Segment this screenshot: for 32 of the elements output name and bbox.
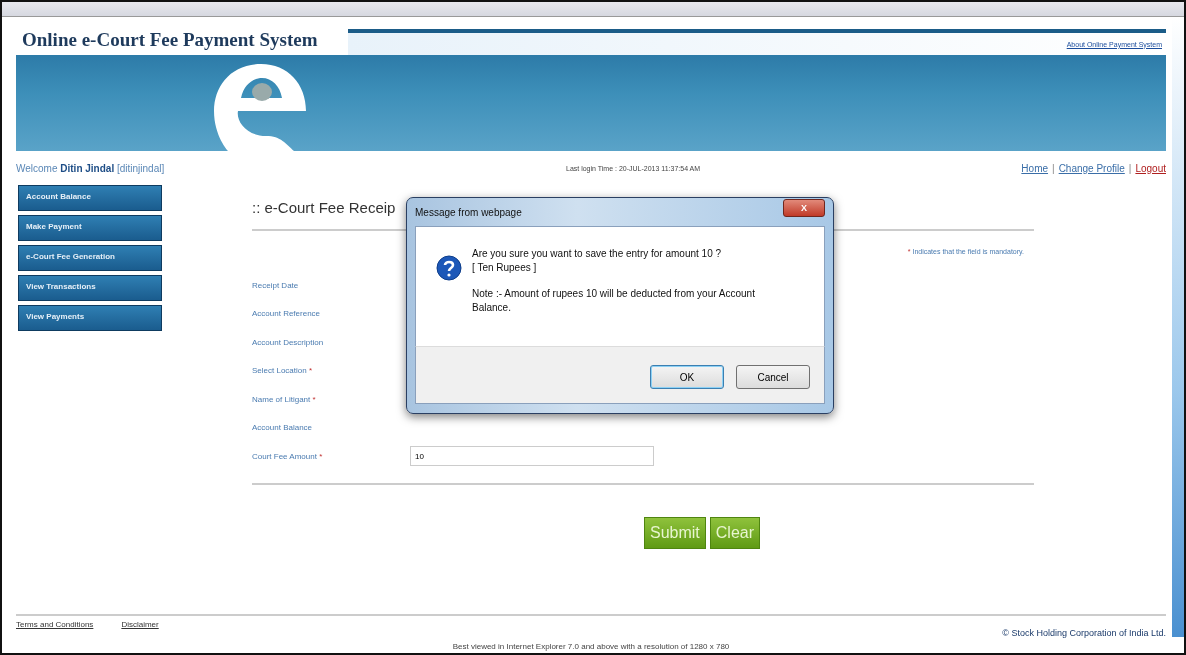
nav-link[interactable]: Change Profile: [1058, 162, 1125, 174]
sidebar-item[interactable]: View Payments: [18, 305, 162, 331]
dialog-title: Message from webpage: [415, 206, 522, 218]
link-separator: |: [1052, 162, 1055, 174]
copyright-text: © Stock Holding Corporation of India Ltd.: [1002, 628, 1166, 638]
sidebar-item[interactable]: Make Payment: [18, 215, 162, 241]
link-separator: |: [1128, 162, 1132, 174]
question-icon: [436, 255, 462, 281]
dialog-note: Note :- Amount of rupees 10 will be deducted from your Account Balance.: [472, 287, 756, 315]
nav-link[interactable]: Home: [1021, 162, 1049, 174]
dialog-question: Are you sure you want to save the entry for amount 10 ?: [472, 247, 723, 261]
field-label: Account Description: [252, 337, 325, 347]
ok-button[interactable]: OK: [650, 365, 724, 389]
welcome-text: Welcome Ditin Jindal [ditinjindal]: [16, 162, 166, 174]
field-label: Select Location *: [252, 366, 314, 376]
browser-note: Best viewed in Internet Explorer 7.0 and above with a resolution of 1280 x 780: [451, 642, 731, 651]
sidebar-item[interactable]: e-Court Fee Generation: [18, 245, 162, 271]
field-label: Account Balance: [252, 423, 314, 433]
field-label: Receipt Date: [252, 280, 300, 290]
field-label: Court Fee Amount *: [252, 451, 324, 461]
amount-in-words: [ Ten Rupees ]: [472, 261, 538, 275]
close-button[interactable]: X: [783, 199, 825, 217]
amount-input-field[interactable]: 10: [410, 446, 654, 467]
cancel-button[interactable]: Cancel: [736, 365, 810, 389]
form-title: :: e-Court Fee Receip: [252, 198, 396, 216]
field-label: Name of Litigant *: [252, 394, 317, 404]
sidebar-item[interactable]: View Transactions: [18, 275, 162, 301]
footer-link[interactable]: Terms and Conditions: [16, 620, 94, 629]
sidebar-item[interactable]: Account Balance: [18, 185, 162, 211]
field-label: Account Reference: [252, 309, 322, 319]
footer-link[interactable]: Disclaimer: [121, 620, 159, 629]
logout-link[interactable]: Logout: [1135, 162, 1166, 174]
